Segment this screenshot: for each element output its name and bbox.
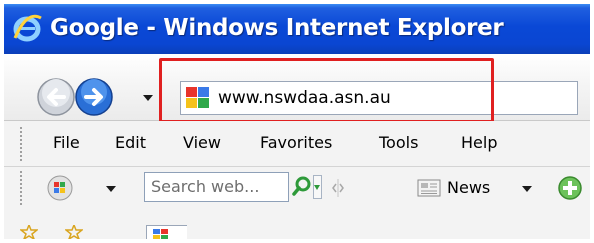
menu-edit[interactable]: Edit bbox=[115, 132, 146, 154]
toolbar-logo-icon[interactable] bbox=[47, 175, 73, 201]
toolbar-separator-icon[interactable] bbox=[331, 177, 345, 199]
menu-file[interactable]: File bbox=[53, 132, 80, 154]
google-favicon-icon bbox=[186, 87, 209, 108]
google-favicon-icon bbox=[153, 229, 168, 239]
favorites-icon[interactable] bbox=[20, 225, 38, 239]
window-title: Google - Windows Internet Explorer bbox=[50, 15, 504, 41]
menu-favorites[interactable]: Favorites bbox=[260, 132, 332, 154]
search-placeholder: Search web... bbox=[151, 177, 260, 196]
menu-grip[interactable] bbox=[20, 127, 25, 161]
menu-help[interactable]: Help bbox=[461, 132, 497, 154]
menu-bar: File Edit View Favorites Tools Help bbox=[4, 121, 590, 167]
tab-google[interactable] bbox=[146, 225, 187, 239]
toolbar-grip[interactable] bbox=[20, 171, 25, 205]
browser-window: Google - Windows Internet Explorer www.n… bbox=[4, 4, 590, 239]
navigation-bar: www.nswdaa.asn.au bbox=[4, 54, 590, 121]
internet-explorer-icon bbox=[13, 14, 42, 42]
green-plus-icon[interactable] bbox=[557, 175, 583, 201]
recent-pages-dropdown[interactable] bbox=[143, 95, 153, 101]
forward-button[interactable] bbox=[75, 78, 113, 116]
menu-view[interactable]: View bbox=[183, 132, 221, 154]
url-text: www.nswdaa.asn.au bbox=[218, 88, 391, 108]
title-bar[interactable]: Google - Windows Internet Explorer bbox=[4, 4, 590, 54]
search-toolbar: Search web... News bbox=[4, 167, 590, 211]
menu-tools[interactable]: Tools bbox=[379, 132, 418, 154]
news-button[interactable]: News bbox=[447, 177, 490, 199]
back-forward-buttons bbox=[37, 78, 113, 116]
toolbar-logo-dropdown[interactable] bbox=[106, 186, 116, 192]
favorites-bar bbox=[4, 211, 590, 239]
search-input[interactable]: Search web... bbox=[144, 172, 289, 202]
chevron-down-icon bbox=[314, 185, 320, 190]
magnifier-icon[interactable] bbox=[291, 175, 313, 199]
search-options-button[interactable] bbox=[313, 175, 322, 199]
back-button[interactable] bbox=[37, 78, 75, 116]
news-icon bbox=[417, 179, 441, 197]
add-favorites-icon[interactable] bbox=[65, 225, 83, 239]
news-dropdown[interactable] bbox=[522, 186, 532, 192]
address-bar[interactable]: www.nswdaa.asn.au bbox=[180, 81, 578, 115]
